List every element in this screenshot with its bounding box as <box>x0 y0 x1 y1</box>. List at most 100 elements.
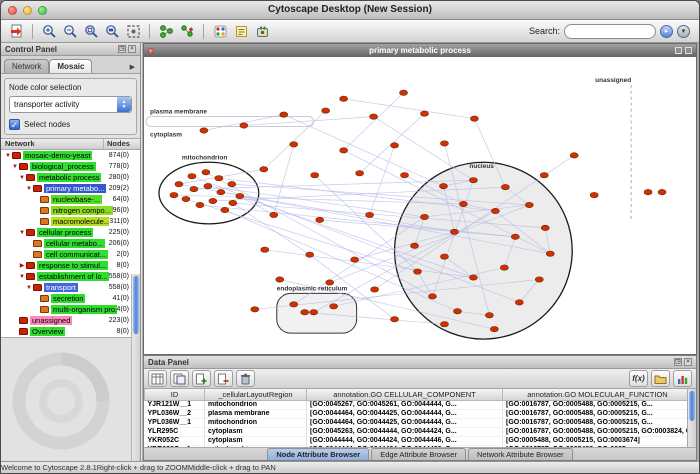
network-node[interactable] <box>340 96 348 101</box>
network-node[interactable] <box>500 265 508 270</box>
network-node[interactable] <box>511 234 519 239</box>
network-node[interactable] <box>485 313 493 318</box>
fit-content-button[interactable] <box>123 22 143 41</box>
table-row[interactable]: YLR295Ccytoplasm[GO:0045263, GO:0044444,… <box>145 427 688 436</box>
network-node[interactable] <box>366 212 374 217</box>
tree-node-label[interactable]: Overview <box>30 327 65 336</box>
tree-node-label[interactable]: establishment of lo... <box>37 272 109 281</box>
tab-node-attribute-browser[interactable]: Node Attribute Browser <box>267 448 369 460</box>
plugin-manager-button[interactable] <box>252 22 272 41</box>
tree-row[interactable]: nucleobase-...64(0) <box>1 194 140 205</box>
network-node[interactable] <box>209 198 217 203</box>
expand-icon[interactable]: ▼ <box>25 285 33 291</box>
network-edge[interactable] <box>284 115 444 187</box>
tree-row[interactable]: ▼transport558(0) <box>1 282 140 293</box>
network-overview-button[interactable] <box>156 22 176 41</box>
tree-node-label[interactable]: mosaic-demo-yeast <box>23 151 92 160</box>
table-cell[interactable]: cytoplasm <box>205 427 307 436</box>
table-row[interactable]: YKR052Ccytoplasm[GO:0044444, GO:0044424,… <box>145 436 688 445</box>
network-node[interactable] <box>322 108 330 113</box>
select-attributes-button[interactable] <box>148 370 167 387</box>
network-node[interactable] <box>200 128 208 133</box>
network-edge[interactable] <box>374 117 474 181</box>
tree-node-label[interactable]: transport <box>44 283 78 292</box>
zoom-in-button[interactable] <box>39 22 59 41</box>
expand-icon[interactable]: ▼ <box>4 153 12 159</box>
tab-mosaic[interactable]: Mosaic <box>49 59 92 73</box>
tree-node-label[interactable]: cell communicat... <box>44 250 108 259</box>
network-node[interactable] <box>215 176 223 181</box>
import-attributes-button[interactable] <box>651 370 670 387</box>
column-header[interactable]: annotation.GO MOLECULAR_FUNCTION <box>503 389 688 400</box>
table-row[interactable]: YJR121W__1mitochondrion[GO:0045267, GO:0… <box>145 400 688 409</box>
network-node[interactable] <box>190 186 198 191</box>
table-row[interactable]: YPL036W__1mitochondrion[GO:0044464, GO:0… <box>145 418 688 427</box>
network-node[interactable] <box>310 310 318 315</box>
attribute-matrix-button[interactable] <box>673 370 692 387</box>
network-node[interactable] <box>541 225 549 230</box>
network-node[interactable] <box>204 183 212 188</box>
table-cell[interactable]: YKR052C <box>145 436 205 445</box>
network-node[interactable] <box>370 114 378 119</box>
table-cell[interactable]: [GO:0005488, GO:0005215, GO:0003674] <box>503 436 688 445</box>
close-panel-button[interactable]: × <box>128 45 136 53</box>
tree-node-label[interactable]: primary metabo... <box>44 184 106 193</box>
network-edge[interactable] <box>344 93 404 151</box>
network-node[interactable] <box>546 251 554 256</box>
network-node[interactable] <box>470 116 478 121</box>
network-node[interactable] <box>411 243 419 248</box>
tree-column-network[interactable]: Network <box>1 139 104 149</box>
network-node[interactable] <box>301 310 309 315</box>
tree-row[interactable]: ▼cellular process225(0) <box>1 227 140 238</box>
network-node[interactable] <box>316 217 324 222</box>
expand-icon[interactable]: ▼ <box>18 230 26 236</box>
network-node[interactable] <box>202 170 210 175</box>
tab-network-attribute-browser[interactable]: Network Attribute Browser <box>468 448 573 460</box>
network-edge[interactable] <box>370 145 395 215</box>
table-scrollbar[interactable] <box>687 389 696 447</box>
network-node[interactable] <box>270 212 278 217</box>
network-edge[interactable] <box>244 117 374 126</box>
network-node[interactable] <box>260 167 268 172</box>
tree-node-label[interactable]: cellular process <box>37 228 93 237</box>
network-node[interactable] <box>420 214 428 219</box>
network-node[interactable] <box>570 153 578 158</box>
node-color-dropdown[interactable]: transporter activity ▲▼ <box>9 96 132 113</box>
new-attribute-button[interactable] <box>192 370 211 387</box>
table-cell[interactable]: mitochondrion <box>205 400 307 409</box>
expand-icon[interactable]: ▶ <box>18 262 26 269</box>
search-go-icon[interactable]: ▸ <box>660 25 673 38</box>
tree-node-label[interactable]: unassigned <box>30 316 72 325</box>
network-node[interactable] <box>356 171 364 176</box>
network-node[interactable] <box>469 177 477 182</box>
table-cell[interactable]: cytoplasm <box>205 436 307 445</box>
tree-node-label[interactable]: response to stimul... <box>37 261 108 270</box>
table-cell[interactable]: [GO:0044464, GO:0044425, GO:0044444, G..… <box>307 409 503 418</box>
table-cell[interactable]: mitochondrion <box>205 418 307 427</box>
create-view-button[interactable] <box>177 22 197 41</box>
network-node[interactable] <box>644 189 652 194</box>
frame-close-icon[interactable] <box>148 48 154 54</box>
network-node[interactable] <box>658 189 666 194</box>
network-node[interactable] <box>290 142 298 147</box>
table-cell[interactable]: [GO:0016787, GO:0005488, GO:0005215, G..… <box>503 418 688 427</box>
tree-row[interactable]: nitrogen compo...96(0) <box>1 205 140 216</box>
zoom-out-button[interactable] <box>60 22 80 41</box>
tree-row[interactable]: ▼mosaic-demo-yeast874(0) <box>1 150 140 161</box>
tree-row[interactable]: cell communicat...2(0) <box>1 249 140 260</box>
network-node[interactable] <box>371 287 379 292</box>
float-panel-button[interactable]: ◳ <box>674 358 682 366</box>
tree-column-nodes[interactable]: Nodes <box>104 139 140 149</box>
network-node[interactable] <box>420 111 428 116</box>
network-canvas[interactable]: plasma membranecytoplasmmitochondrionnuc… <box>144 57 696 354</box>
column-header[interactable]: ID <box>145 389 205 400</box>
network-node[interactable] <box>196 202 204 207</box>
tree-scrollbar-thumb[interactable] <box>133 276 139 334</box>
network-node[interactable] <box>311 173 319 178</box>
tab-overflow-arrow-icon[interactable]: ▶ <box>127 61 138 73</box>
network-node[interactable] <box>450 229 458 234</box>
network-node[interactable] <box>440 254 448 259</box>
network-node[interactable] <box>515 300 523 305</box>
clear-attributes-button[interactable] <box>236 370 255 387</box>
network-node[interactable] <box>401 173 409 178</box>
